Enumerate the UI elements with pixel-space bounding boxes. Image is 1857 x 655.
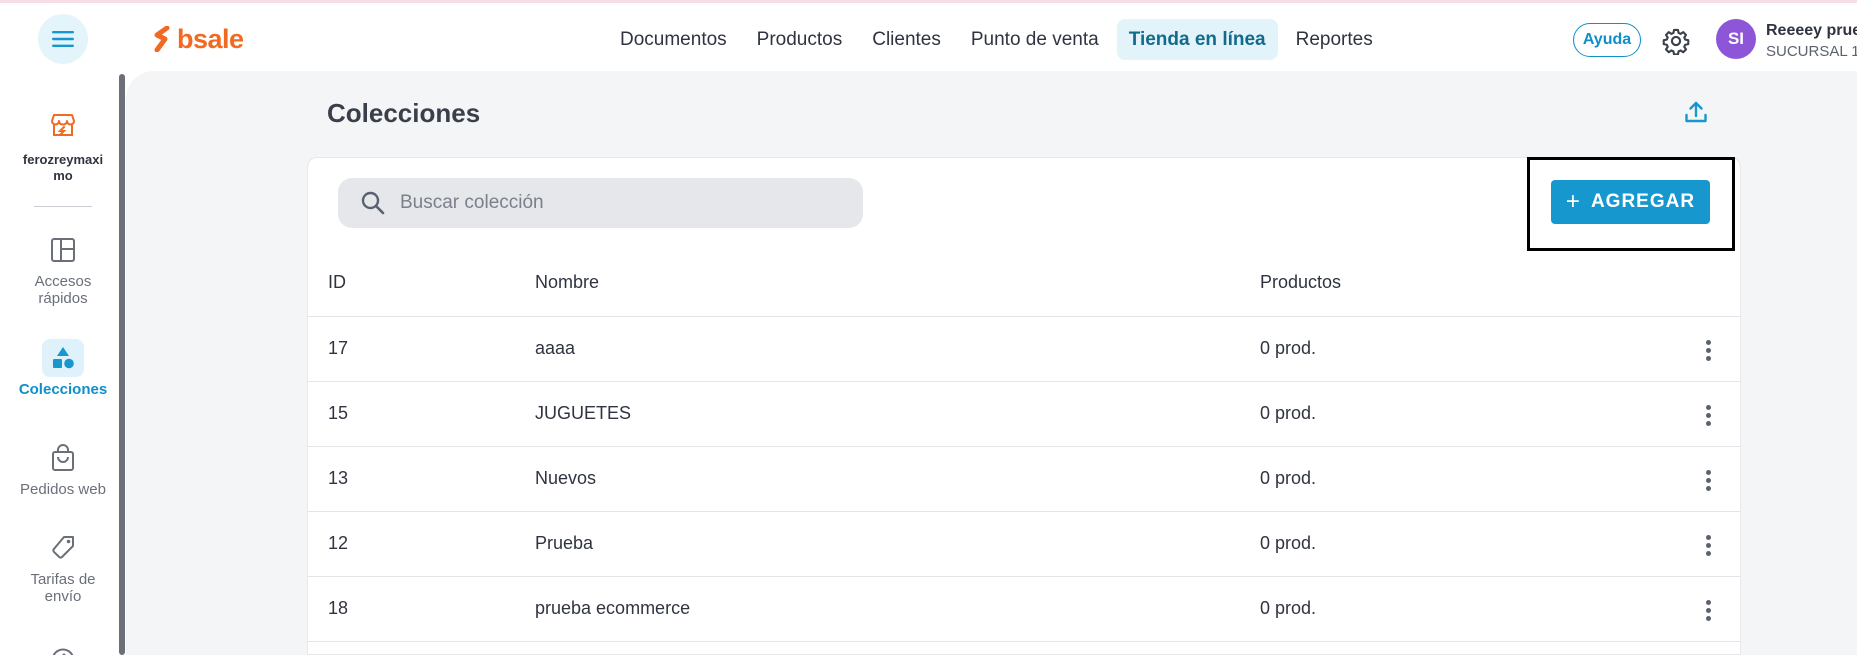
sidebar: ferozreymaxi mo Accesos rápidos Coleccio… — [0, 71, 120, 655]
cell-id: 15 — [328, 403, 349, 423]
nav-tienda-en-linea[interactable]: Tienda en línea — [1116, 19, 1278, 60]
more-options-icon[interactable] — [1693, 400, 1723, 430]
sidebar-item-colecciones[interactable]: Colecciones — [0, 339, 126, 398]
store-name: ferozreymaxi mo — [22, 152, 104, 183]
table-row[interactable]: 12 Prueba 0 prod. — [308, 512, 1740, 577]
search-box[interactable] — [338, 178, 863, 228]
more-options-icon[interactable] — [1693, 595, 1723, 625]
sidebar-item-pedidos-web[interactable]: Pedidos web — [0, 439, 126, 498]
nav-reportes[interactable]: Reportes — [1284, 19, 1385, 60]
top-header: bsale Documentos Productos Clientes Punt… — [0, 3, 1857, 71]
gear-icon[interactable] — [1662, 27, 1690, 55]
plus-icon: + — [1565, 188, 1581, 215]
table-header: ID Nombre Productos — [308, 260, 1740, 317]
search-input[interactable] — [400, 192, 840, 214]
cell-name: Prueba — [535, 533, 594, 553]
sidebar-scrollbar[interactable] — [119, 74, 125, 655]
logo-text: bsale — [177, 24, 244, 54]
add-button-label: AGREGAR — [1590, 191, 1696, 212]
more-options-icon[interactable] — [1693, 465, 1723, 495]
nav-clientes[interactable]: Clientes — [860, 19, 953, 60]
cell-products: 0 prod. — [1260, 403, 1317, 423]
store-icon — [51, 114, 75, 136]
sidebar-divider — [34, 206, 92, 207]
page-title: Colecciones — [327, 98, 481, 128]
cell-name: aaaa — [535, 338, 576, 358]
add-collection-button[interactable]: + AGREGAR — [1551, 180, 1710, 224]
cell-products: 0 prod. — [1260, 468, 1317, 488]
cell-name: prueba ecommerce — [535, 598, 691, 618]
cell-products: 0 prod. — [1260, 338, 1317, 358]
help-button[interactable]: Ayuda — [1573, 23, 1641, 57]
cell-name: Nuevos — [535, 468, 597, 488]
sidebar-item-accesos-rapidos[interactable]: Accesos rápidos — [0, 231, 126, 307]
user-name[interactable]: Reeeey prue — [1766, 22, 1857, 40]
column-header-nombre[interactable]: Nombre — [535, 272, 599, 293]
sidebar-item-more[interactable] — [0, 641, 126, 655]
nav-productos[interactable]: Productos — [745, 19, 855, 60]
table-row[interactable]: 13 Nuevos 0 prod. — [308, 447, 1740, 512]
menu-button[interactable] — [38, 14, 88, 64]
cell-id: 18 — [328, 598, 349, 618]
main-nav: Documentos Productos Clientes Punto de v… — [608, 19, 1385, 60]
avatar[interactable]: SI — [1716, 19, 1756, 59]
table-row[interactable]: 17 aaaa 0 prod. — [308, 317, 1740, 382]
nav-documentos[interactable]: Documentos — [608, 19, 739, 60]
user-branch: SUCURSAL 1 — [1766, 43, 1857, 60]
column-header-id[interactable]: ID — [328, 272, 346, 293]
palette-icon — [42, 641, 84, 655]
layout-icon — [42, 231, 84, 269]
more-options-icon[interactable] — [1693, 335, 1723, 365]
cell-id: 17 — [328, 338, 349, 358]
sidebar-item-label: Pedidos web — [20, 481, 106, 498]
more-options-icon[interactable] — [1693, 530, 1723, 560]
cell-products: 0 prod. — [1260, 598, 1317, 618]
cell-name: JUGUETES — [535, 403, 632, 423]
tag-icon — [42, 529, 84, 567]
cell-id: 12 — [328, 533, 349, 553]
table-row[interactable]: 18 prueba ecommerce 0 prod. — [308, 577, 1740, 642]
hamburger-icon — [52, 31, 74, 47]
sidebar-store[interactable]: ferozreymaxi mo — [0, 111, 126, 184]
sidebar-item-tarifas-de-envio[interactable]: Tarifas de envío — [0, 529, 126, 605]
cell-products: 0 prod. — [1260, 533, 1317, 553]
sidebar-item-label: Accesos rápidos — [34, 273, 92, 307]
sidebar-item-label: Colecciones — [18, 381, 108, 398]
search-icon — [361, 191, 385, 215]
bsale-logo-mark-icon — [154, 26, 170, 52]
column-header-productos[interactable]: Productos — [1260, 272, 1341, 293]
shapes-icon — [42, 339, 84, 377]
cell-id: 13 — [328, 468, 349, 488]
table-row[interactable]: 15 JUGUETES 0 prod. — [308, 382, 1740, 447]
collections-table: ID Nombre Productos 17 aaaa 0 prod. 15 J… — [308, 260, 1740, 642]
bsale-logo[interactable]: bsale — [153, 25, 244, 53]
sidebar-item-label: Tarifas de envío — [30, 571, 96, 605]
shopping-bag-icon — [42, 439, 84, 477]
nav-punto-de-venta[interactable]: Punto de venta — [959, 19, 1111, 60]
upload-icon[interactable] — [1683, 99, 1709, 125]
